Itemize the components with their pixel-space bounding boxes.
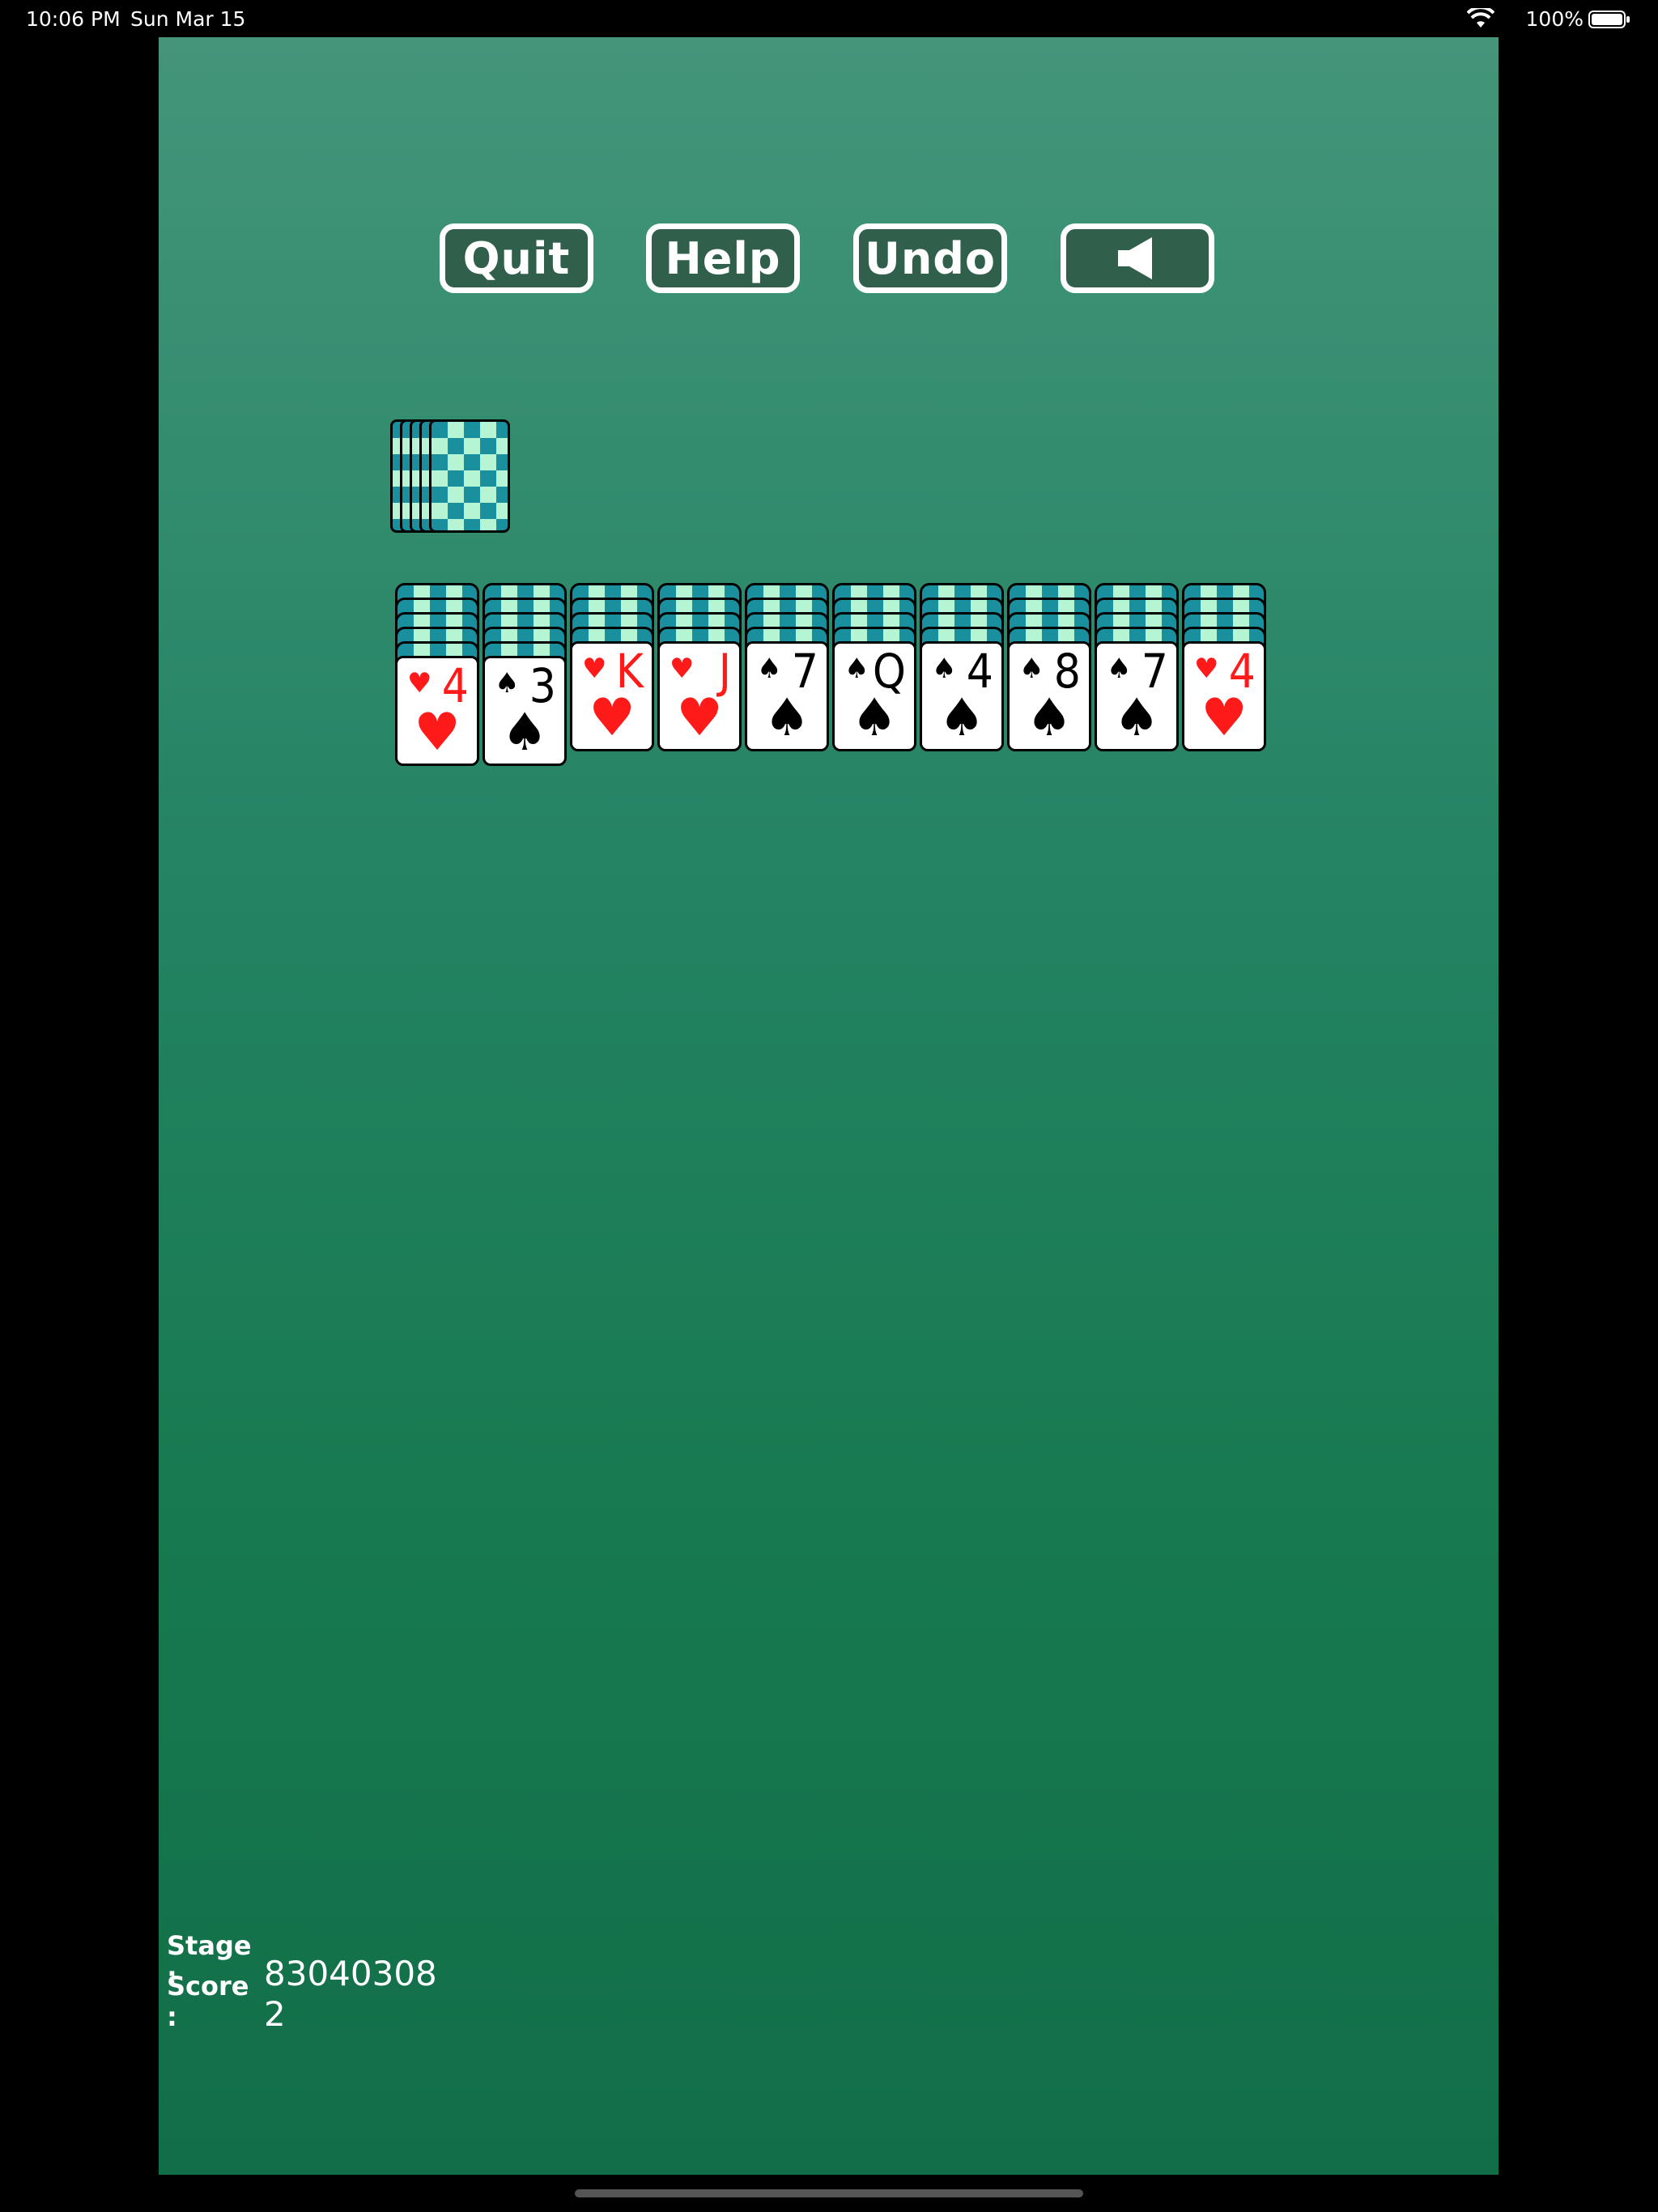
card-suit-large: ♠: [1026, 688, 1073, 748]
game-table: [159, 37, 1499, 2175]
score-info: Score : 2: [167, 1971, 286, 2034]
card-suit-small: ♠: [1107, 653, 1132, 685]
stock-card-back[interactable]: [429, 419, 510, 533]
card-suit-large: ♠: [1113, 688, 1160, 748]
quit-button[interactable]: Quit: [440, 223, 593, 293]
status-time: 10:06 PM: [26, 7, 121, 31]
card-suit-small: ♥: [582, 653, 607, 685]
tableau-card[interactable]: ♠ Q ♠: [832, 641, 916, 751]
undo-button[interactable]: Undo: [853, 223, 1007, 293]
card-suit-small: ♠: [844, 653, 869, 685]
tableau-card[interactable]: ♠ 7 ♠: [1095, 641, 1179, 751]
card-suit-small: ♥: [1194, 653, 1219, 685]
tableau-card[interactable]: ♥ 4 ♥: [395, 656, 479, 766]
card-suit-large: ♠: [763, 688, 810, 748]
card-suit-large: ♥: [676, 688, 723, 748]
speaker-icon: [1118, 237, 1152, 279]
battery-percent: 100%: [1525, 7, 1584, 31]
stage-value: 83040308: [264, 1954, 437, 1993]
status-date: Sun Mar 15: [130, 7, 246, 31]
card-suit-large: ♠: [851, 688, 898, 748]
card-suit-large: ♥: [589, 688, 636, 748]
score-label: Score :: [167, 1971, 249, 2032]
card-suit-small: ♥: [407, 667, 432, 700]
card-suit-small: ♠: [495, 667, 520, 700]
home-indicator[interactable]: [575, 2189, 1083, 2197]
help-button[interactable]: Help: [646, 223, 800, 293]
wifi-icon: [1467, 8, 1494, 28]
score-value: 2: [264, 1994, 286, 2034]
card-suit-small: ♠: [757, 653, 782, 685]
card-suit-small: ♠: [1019, 653, 1044, 685]
tableau-card[interactable]: ♠ 4 ♠: [920, 641, 1004, 751]
card-suit-large: ♥: [414, 703, 461, 763]
tableau-card[interactable]: ♠ 7 ♠: [745, 641, 829, 751]
tableau-card[interactable]: ♥ 4 ♥: [1182, 641, 1266, 751]
card-suit-small: ♥: [670, 653, 695, 685]
tableau-card[interactable]: ♥ K ♥: [570, 641, 654, 751]
card-suit-large: ♠: [501, 703, 548, 763]
battery-icon: [1588, 11, 1630, 28]
tableau-card[interactable]: ♠ 3 ♠: [483, 656, 567, 766]
tableau-card[interactable]: ♠ 8 ♠: [1007, 641, 1091, 751]
card-suit-large: ♠: [938, 688, 985, 748]
sound-button[interactable]: [1061, 223, 1214, 293]
card-suit-large: ♥: [1201, 688, 1248, 748]
card-suit-small: ♠: [932, 653, 957, 685]
status-bar: 10:06 PM Sun Mar 15 100%: [0, 0, 1658, 37]
tableau-card[interactable]: ♥ J ♥: [657, 641, 742, 751]
